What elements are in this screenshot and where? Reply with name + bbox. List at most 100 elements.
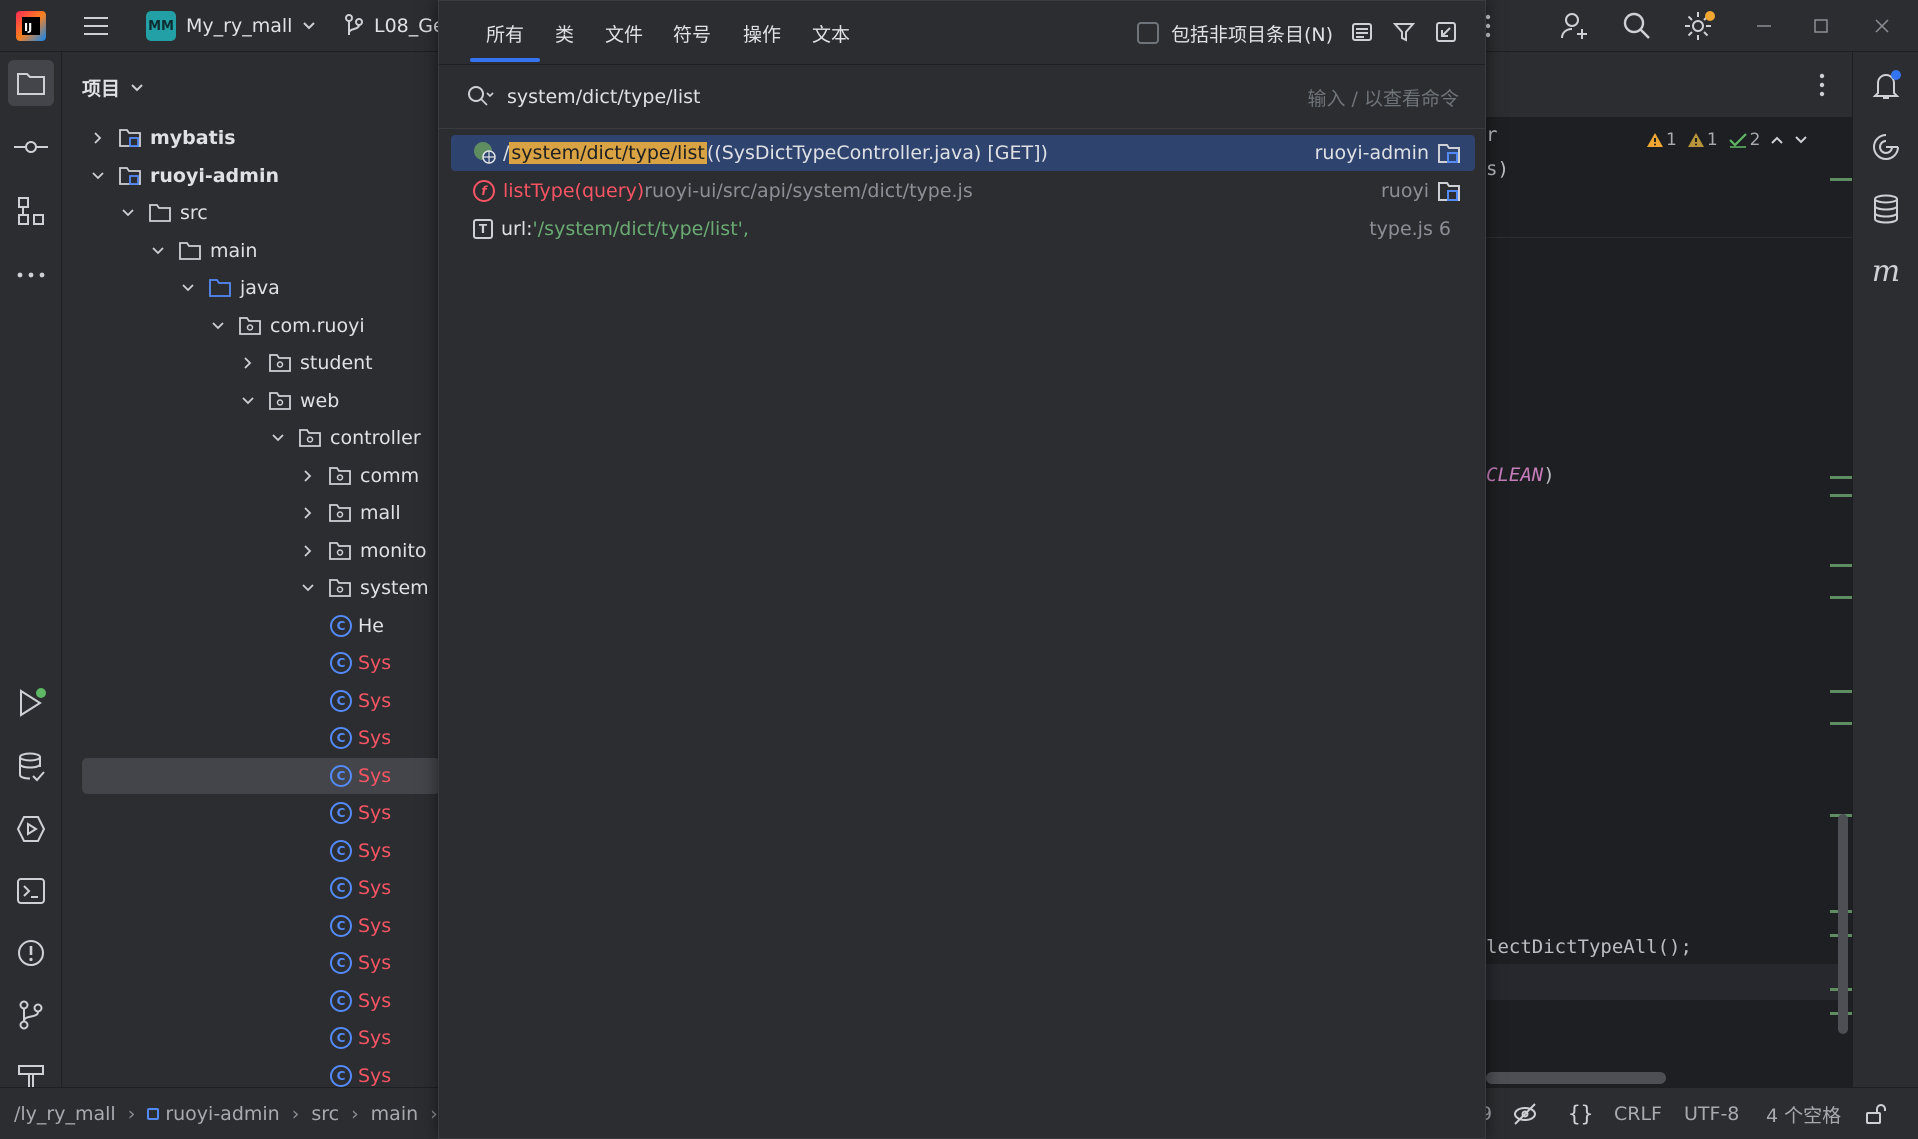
chevron-up-icon[interactable] <box>1770 135 1784 145</box>
ai-assistant-icon[interactable] <box>1863 124 1909 170</box>
branch-switcher[interactable]: L08_Ge <box>344 0 445 52</box>
database-tool-icon[interactable] <box>8 744 54 790</box>
tree-class-item[interactable]: C Sys <box>62 1058 391 1088</box>
class-icon: C <box>330 727 352 749</box>
code-fragment: s) <box>1486 158 1509 180</box>
main-menu-icon[interactable] <box>82 0 110 52</box>
tree-class-item[interactable]: C Sys <box>62 983 391 1019</box>
tree-folder-item[interactable]: src <box>62 195 208 231</box>
structure-tool-icon[interactable] <box>8 188 54 234</box>
tree-class-item[interactable]: C Sys <box>62 645 391 681</box>
chevron-right-icon[interactable] <box>240 355 256 371</box>
code-style-braces-icon[interactable]: {} <box>1568 1088 1593 1139</box>
app-logo-icon[interactable]: IJ <box>16 0 46 52</box>
tab-classes[interactable]: 类 <box>555 1 574 65</box>
project-tool-folder-icon[interactable] <box>8 60 54 106</box>
chevron-right-icon[interactable] <box>300 505 316 521</box>
tree-class-item[interactable]: C Sys <box>82 757 440 794</box>
tab-symbols[interactable]: 符号 <box>673 1 711 65</box>
database-icon[interactable] <box>1863 186 1909 232</box>
services-tool-icon[interactable] <box>8 806 54 852</box>
search-everywhere-icon[interactable] <box>1622 0 1652 52</box>
open-in-find-window-icon[interactable] <box>1435 21 1457 48</box>
chevron-down-icon[interactable] <box>240 393 256 409</box>
commit-tool-icon[interactable] <box>8 124 54 170</box>
tree-item-label: comm <box>360 464 420 487</box>
chevron-right-icon[interactable] <box>300 543 316 559</box>
horizontal-scrollbar[interactable] <box>1486 1072 1666 1084</box>
tree-folder-item[interactable]: web <box>62 383 339 419</box>
search-input[interactable] <box>507 81 1207 113</box>
line-ending[interactable]: CRLF <box>1614 1088 1662 1139</box>
power-save-icon[interactable] <box>1512 1088 1538 1139</box>
chevron-down-icon[interactable] <box>270 430 286 446</box>
tree-folder-item[interactable]: monito <box>62 533 427 569</box>
chevron-down-icon[interactable] <box>120 205 136 221</box>
settings-gear-icon[interactable] <box>1682 0 1716 52</box>
search-result-endpoint[interactable]: / system/dict/type/list ((SysDictTypeCon… <box>451 135 1475 171</box>
terminal-tool-icon[interactable] <box>8 868 54 914</box>
more-tools-icon[interactable] <box>8 252 54 298</box>
tree-folder-item[interactable]: com.ruoyi <box>62 308 365 344</box>
tree-folder-item[interactable]: ruoyi-admin <box>62 158 279 194</box>
preview-toggle-icon[interactable] <box>1351 21 1373 48</box>
search-result-text[interactable]: T url: '/system/dict/type/list', type.js… <box>451 211 1475 247</box>
breadcrumb-item[interactable]: ruoyi-admin <box>147 1103 280 1125</box>
tree-folder-item[interactable]: main <box>62 233 257 269</box>
breadcrumb-item[interactable]: /ly_ry_mall <box>14 1103 116 1125</box>
tree-folder-item[interactable]: comm <box>62 458 419 494</box>
tree-class-item[interactable]: C Sys <box>62 720 391 756</box>
chevron-down-icon[interactable] <box>210 318 226 334</box>
breadcrumb-item[interactable]: src <box>311 1103 339 1125</box>
close-window-icon[interactable] <box>1874 0 1890 52</box>
run-tool-icon[interactable] <box>8 680 54 726</box>
tree-class-item[interactable]: C Sys <box>62 795 391 831</box>
breadcrumb-item[interactable]: main <box>371 1103 418 1125</box>
chevron-down-icon[interactable] <box>90 168 106 184</box>
read-only-lock-icon[interactable] <box>1864 1088 1888 1139</box>
tab-files[interactable]: 文件 <box>605 1 643 65</box>
tree-item-label: main <box>210 239 258 262</box>
tree-class-item[interactable]: C He <box>62 608 384 644</box>
project-switcher[interactable]: MM My_ry_mall <box>146 0 316 52</box>
chevron-right-icon[interactable] <box>90 130 106 146</box>
chevron-down-icon[interactable] <box>1794 135 1808 145</box>
chevron-down-icon[interactable] <box>150 243 166 259</box>
minimize-window-icon[interactable] <box>1756 0 1772 52</box>
chevron-right-icon[interactable] <box>300 468 316 484</box>
notifications-bell-icon[interactable] <box>1863 62 1909 108</box>
search-result-function[interactable]: f listType(query) ruoyi-ui/src/api/syste… <box>451 173 1475 209</box>
tree-class-item[interactable]: C Sys <box>62 1020 391 1056</box>
tree-class-item[interactable]: C Sys <box>62 833 391 869</box>
tree-folder-item[interactable]: java <box>62 270 280 306</box>
filter-icon[interactable] <box>1392 21 1416 48</box>
tab-all[interactable]: 所有 <box>486 1 524 65</box>
tree-folder-item[interactable]: mall <box>62 495 401 531</box>
git-tool-icon[interactable] <box>8 992 54 1038</box>
tree-folder-item[interactable]: controller <box>62 420 421 456</box>
tree-class-item[interactable]: C Sys <box>62 908 391 944</box>
inspections-widget[interactable]: 1 1 2 <box>1646 130 1808 150</box>
vertical-scrollbar[interactable] <box>1838 814 1848 1034</box>
chevron-down-icon[interactable] <box>180 280 196 296</box>
file-encoding[interactable]: UTF-8 <box>1684 1088 1739 1139</box>
tree-folder-item[interactable]: system <box>62 570 429 606</box>
tree-folder-item[interactable]: student <box>62 345 373 381</box>
project-panel-header[interactable]: 项目 <box>82 74 144 101</box>
chevron-down-icon[interactable] <box>300 580 316 596</box>
maximize-window-icon[interactable] <box>1814 0 1828 52</box>
maven-m-icon[interactable]: m <box>1863 248 1909 294</box>
tree-class-item[interactable]: C Sys <box>62 683 391 719</box>
tab-actions[interactable]: 操作 <box>743 1 781 65</box>
editor-more-icon[interactable] <box>1818 72 1826 103</box>
problems-tool-icon[interactable] <box>8 930 54 976</box>
search-history-icon[interactable] <box>467 85 495 114</box>
include-non-project-checkbox[interactable] <box>1137 22 1159 44</box>
include-non-project-option[interactable]: 包括非项目条目(N) <box>1137 1 1333 65</box>
tree-folder-item[interactable]: mybatis <box>62 120 236 156</box>
tree-class-item[interactable]: C Sys <box>62 945 391 981</box>
tree-class-item[interactable]: C Sys <box>62 870 391 906</box>
tab-text[interactable]: 文本 <box>812 1 850 65</box>
code-with-me-icon[interactable] <box>1560 0 1590 52</box>
indent-setting[interactable]: 4 个空格 <box>1766 1088 1841 1139</box>
